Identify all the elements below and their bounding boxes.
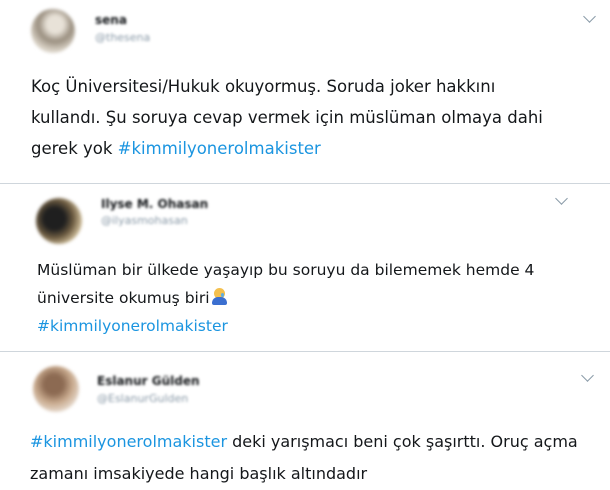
tweet-text: Koç Üniversitesi/Hukuk okuyormuş. Soruda…	[31, 71, 551, 164]
chevron-down-icon[interactable]	[555, 192, 568, 205]
author-handle[interactable]: @thesena	[95, 31, 150, 44]
chevron-down-icon[interactable]	[583, 10, 596, 23]
tweet-body: Müslüman bir ülkede yaşayıp bu soruyu da…	[37, 261, 535, 307]
hashtag-link[interactable]: #kimmilyonerolmakister	[30, 432, 227, 451]
avatar[interactable]	[36, 198, 82, 244]
author-name[interactable]: Ilyse M. Ohasan	[101, 197, 208, 211]
author-name[interactable]: Eslanur Gülden	[97, 374, 200, 388]
tweet-text: #kimmilyonerolmakister deki yarışmacı be…	[30, 426, 600, 490]
author-handle[interactable]: @ilyasmohasan	[101, 214, 188, 227]
tweet-2[interactable]: Ilyse M. Ohasan @ilyasmohasan Müslüman b…	[0, 184, 610, 351]
author-name[interactable]: sena	[95, 13, 127, 27]
tweet-text: Müslüman bir ülkede yaşayıp bu soruyu da…	[37, 256, 557, 340]
avatar[interactable]	[31, 9, 75, 53]
chevron-down-icon[interactable]	[581, 369, 594, 382]
author-handle[interactable]: @EslanurGulden	[97, 392, 188, 405]
hashtag-link[interactable]: #kimmilyonerolmakister	[37, 317, 228, 335]
crying-person-emoji-icon	[211, 288, 228, 305]
tweet-3[interactable]: Eslanur Gülden @EslanurGulden #kimmilyon…	[0, 352, 610, 490]
hashtag-link[interactable]: #kimmilyonerolmakister	[118, 139, 321, 158]
tweet-1[interactable]: sena @thesena Koç Üniversitesi/Hukuk oku…	[0, 0, 610, 183]
avatar[interactable]	[33, 366, 79, 412]
